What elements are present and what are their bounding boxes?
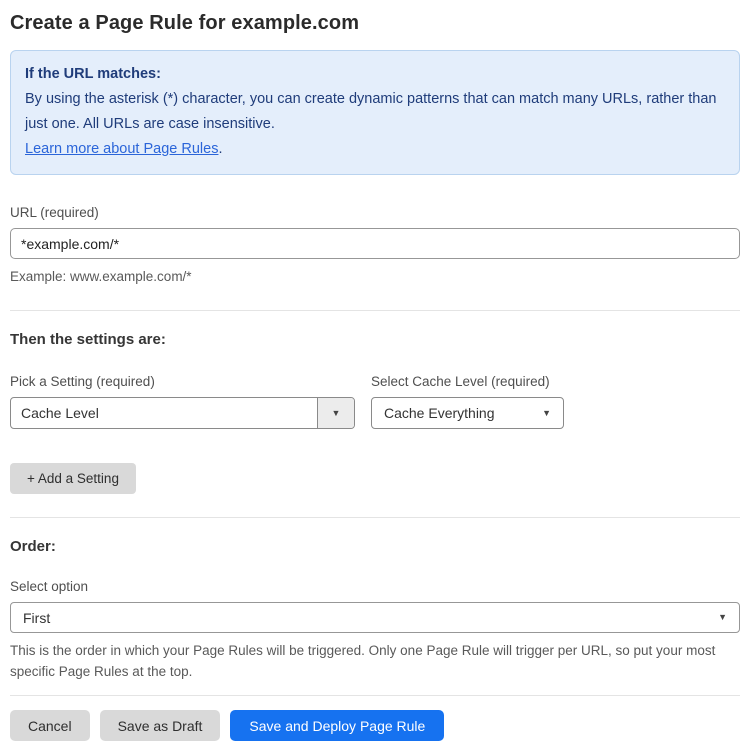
order-dropdown[interactable]: First ▼ [10, 602, 740, 633]
settings-heading: Then the settings are: [10, 331, 166, 348]
link-suffix: . [218, 141, 223, 157]
pick-setting-value: Cache Level [21, 405, 99, 421]
url-label: URL (required) [10, 205, 99, 220]
save-and-deploy-button[interactable]: Save and Deploy Page Rule [230, 710, 445, 741]
cancel-button[interactable]: Cancel [10, 710, 90, 741]
dropdown-arrow-segment[interactable]: ▼ [317, 398, 354, 428]
divider [10, 517, 740, 518]
create-page-rule-form: Create a Page Rule for example.com If th… [0, 0, 750, 751]
cache-level-field: Select Cache Level (required) Cache Ever… [371, 374, 564, 429]
pick-setting-dropdown[interactable]: Cache Level ▼ [10, 397, 355, 429]
chevron-down-icon: ▼ [542, 407, 551, 418]
order-helper-text: This is the order in which your Page Rul… [10, 643, 716, 679]
settings-row: Pick a Setting (required) Cache Level ▼ … [10, 374, 740, 429]
order-heading: Order: [10, 538, 56, 555]
cache-level-value: Cache Everything [384, 405, 495, 421]
order-value: First [23, 609, 51, 626]
info-box-body: By using the asterisk (*) character, you… [25, 91, 717, 132]
page-title: Create a Page Rule for example.com [10, 12, 360, 34]
url-matches-info-box: If the URL matches: By using the asteris… [10, 50, 740, 175]
url-section: URL (required) Example: www.example.com/… [10, 205, 740, 287]
url-input[interactable] [10, 228, 740, 259]
add-setting-button[interactable]: + Add a Setting [10, 463, 136, 494]
cache-level-label: Select Cache Level (required) [371, 374, 550, 389]
order-select-label: Select option [10, 579, 89, 594]
chevron-down-icon: ▼ [718, 612, 727, 622]
pick-setting-field: Pick a Setting (required) Cache Level ▼ [10, 374, 355, 429]
url-helper-text: Example: www.example.com/* [10, 269, 192, 284]
pick-setting-label: Pick a Setting (required) [10, 374, 155, 389]
chevron-down-icon: ▼ [331, 407, 341, 418]
divider [10, 310, 740, 311]
info-box-heading: If the URL matches: [25, 66, 161, 82]
footer-buttons: Cancel Save as Draft Save and Deploy Pag… [10, 710, 740, 741]
divider [10, 695, 740, 696]
info-box-link-line: Learn more about Page Rules. [25, 137, 725, 162]
cache-level-dropdown[interactable]: Cache Everything ▼ [371, 397, 564, 429]
learn-more-link[interactable]: Learn more about Page Rules [25, 141, 218, 157]
save-as-draft-button[interactable]: Save as Draft [99, 710, 221, 741]
